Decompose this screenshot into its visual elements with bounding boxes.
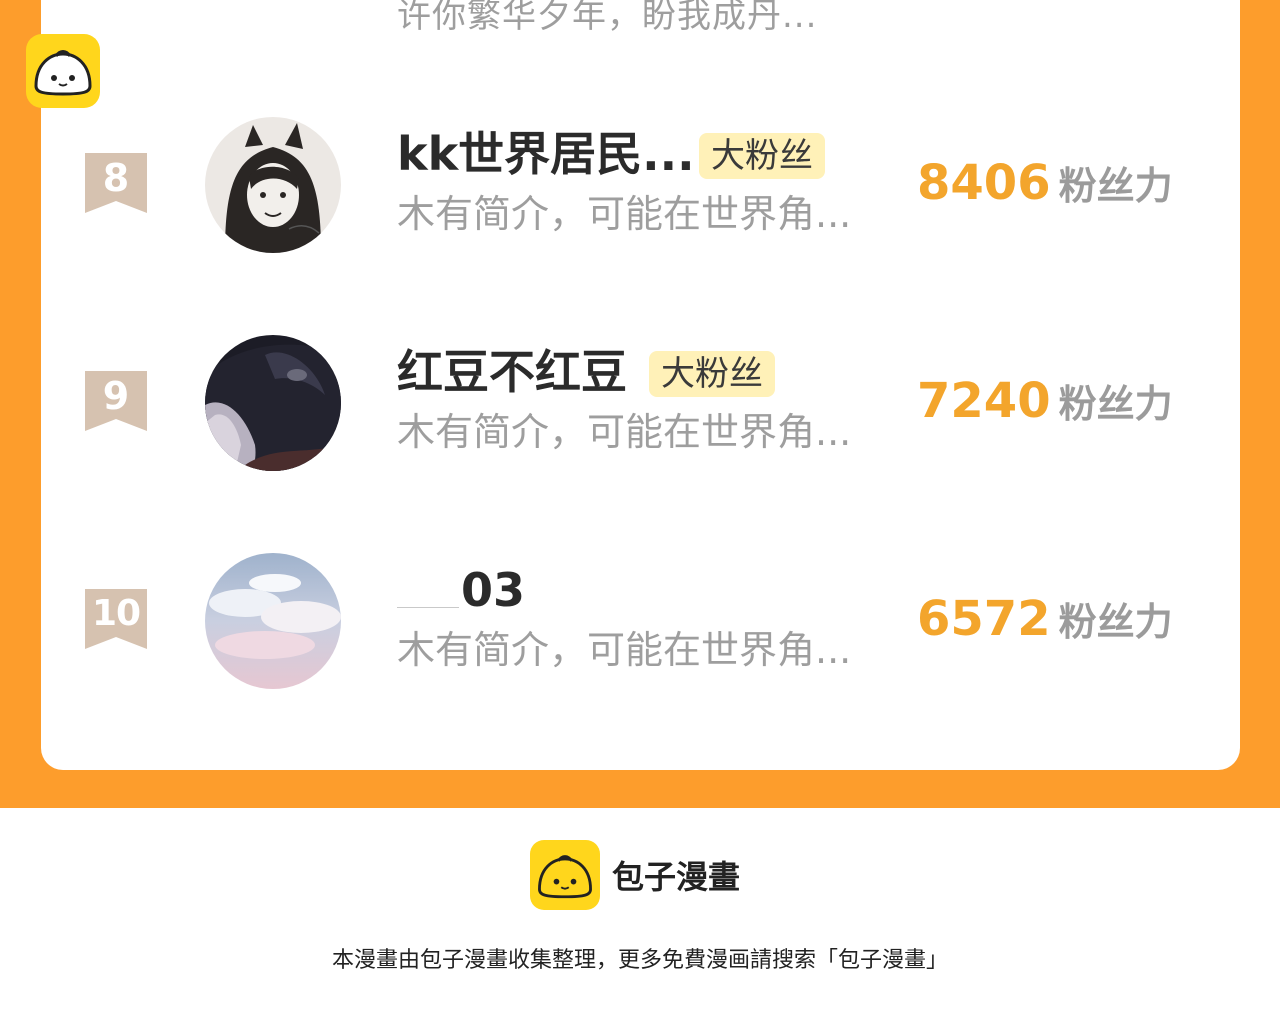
fan-level-badge: 大粉丝 <box>649 351 775 397</box>
fan-power-value: 7240 <box>917 373 1051 429</box>
fan-power-unit: 粉丝力 <box>1058 382 1173 426</box>
ranking-row[interactable]: 10 03 木有简介，可能在世界角... 6572 粉丝力 <box>41 549 1240 709</box>
rank-ribbon: 10 <box>85 589 147 649</box>
user-avatar[interactable] <box>205 553 341 689</box>
bun-logo-icon <box>26 34 100 108</box>
fan-level-badge: 大粉丝 <box>699 133 825 179</box>
rank-number: 10 <box>91 593 141 634</box>
ranking-row[interactable]: 8 kk世界居民... 大粉丝 木有简介，可能在世界角... 8406 粉丝力 <box>41 113 1240 273</box>
user-name[interactable]: 红豆不红豆 <box>397 343 627 401</box>
fan-power: 6572 粉丝力 <box>917 589 1173 660</box>
user-description: 木有简介，可能在世界角... <box>397 410 852 454</box>
rank-number: 9 <box>102 374 130 418</box>
name-blank-underline <box>397 607 459 608</box>
fan-power-unit: 粉丝力 <box>1058 164 1173 208</box>
user-avatar[interactable] <box>205 117 341 253</box>
rank-ribbon: 8 <box>85 153 147 213</box>
site-watermark: 包子漫畫 baozimh.com <box>26 34 326 115</box>
user-description: 木有简介，可能在世界角... <box>397 628 852 672</box>
user-name[interactable]: 03 <box>461 561 525 619</box>
footer-brand-title: 包子漫畫 <box>612 858 741 896</box>
rank-ribbon: 9 <box>85 371 147 431</box>
user-avatar[interactable] <box>205 335 341 471</box>
previous-row-description: 许你繁华夕年，盼我成丹... <box>397 0 818 36</box>
user-name[interactable]: kk世界居民... <box>397 125 695 183</box>
user-description: 木有简介，可能在世界角... <box>397 192 852 236</box>
fan-power-value: 6572 <box>917 591 1051 647</box>
fan-power: 8406 粉丝力 <box>917 153 1173 224</box>
bun-logo-icon <box>530 840 600 910</box>
fan-power: 7240 粉丝力 <box>917 371 1173 442</box>
rank-number: 8 <box>102 156 130 200</box>
fan-power-unit: 粉丝力 <box>1058 600 1173 644</box>
fan-power-value: 8406 <box>917 155 1051 211</box>
footer-note: 本漫畫由包子漫畫收集整理，更多免費漫画請搜索「包子漫畫」 <box>331 948 948 973</box>
fan-ranking-card: 许你繁华夕年，盼我成丹... 8 kk世界居民... 大粉丝 木有简介，可能在世… <box>41 0 1240 770</box>
ranking-row[interactable]: 9 红豆不红豆 大粉丝 木有简介，可能在世界角... 7240 粉丝力 <box>41 331 1240 491</box>
watermark-url: baozimh.com <box>104 82 313 115</box>
